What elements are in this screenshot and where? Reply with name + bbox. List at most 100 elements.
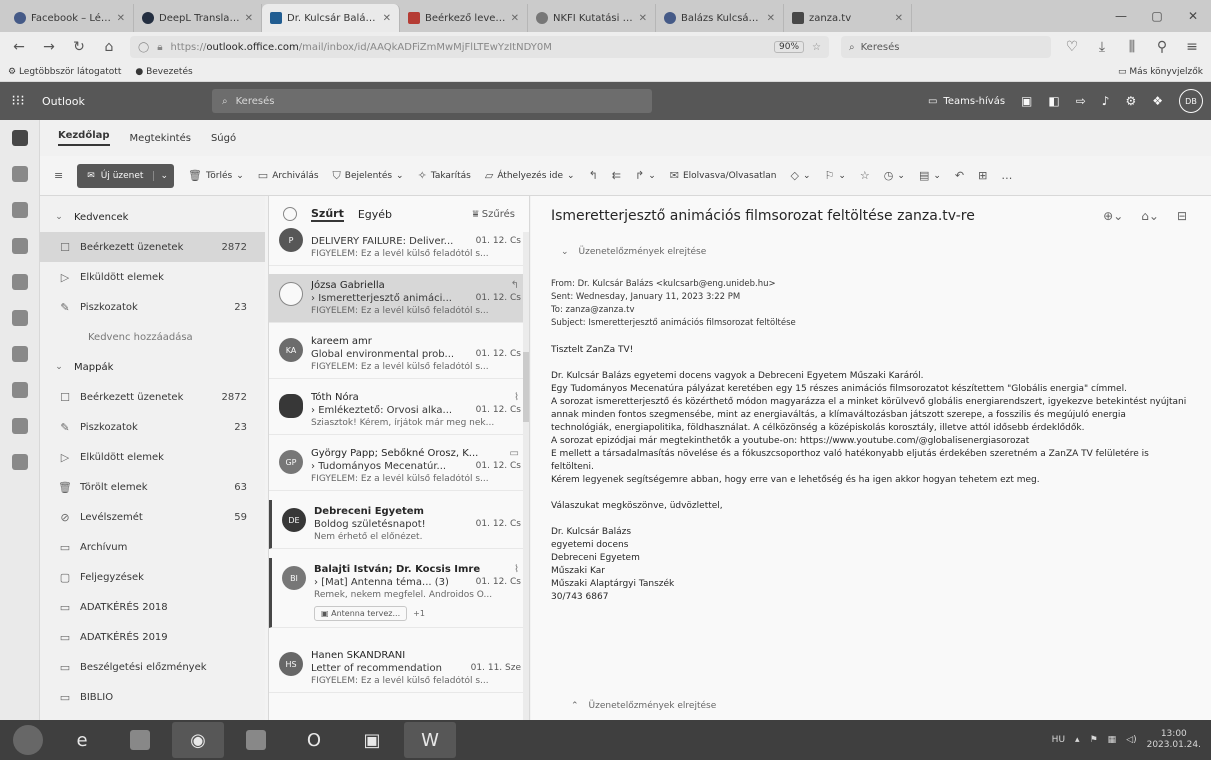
- folder-inbox[interactable]: ☐ Beérkezett üzenetek 2872: [40, 382, 265, 412]
- pocket-icon[interactable]: ♡: [1063, 39, 1081, 55]
- fav-folder-inbox[interactable]: ☐ Beérkezett üzenetek 2872: [40, 232, 265, 262]
- app-launcher-icon[interactable]: ⁝⁝⁝: [0, 93, 36, 109]
- folder-biblio[interactable]: ▭ BIBLIO: [40, 682, 265, 712]
- address-bar[interactable]: ◯ 🔒︎ https://outlook.office.com/mail/inb…: [130, 36, 829, 58]
- report-button[interactable]: ⛉ Bejelentés ⌄: [333, 169, 404, 183]
- pin-icon[interactable]: ☆: [860, 169, 870, 182]
- more-attachments[interactable]: +1: [413, 609, 425, 618]
- move-to-button[interactable]: ▱ Áthelyezés ide ⌄: [485, 169, 575, 182]
- reload-icon[interactable]: ↻: [70, 39, 88, 55]
- zoom-level[interactable]: 90%: [774, 41, 805, 53]
- close-tab-icon[interactable]: ✕: [511, 13, 519, 24]
- toggle-history-button[interactable]: ⌄ Üzenetelőzmények elrejtése: [551, 236, 1187, 268]
- delete-button[interactable]: 🗑︎ Törlés ⌄: [188, 169, 244, 182]
- language-indicator[interactable]: HU: [1052, 735, 1065, 745]
- scrollbar-thumb[interactable]: [523, 352, 529, 422]
- close-tab-icon[interactable]: ✕: [245, 13, 253, 24]
- close-window-icon[interactable]: ✕: [1175, 9, 1211, 23]
- browser-tab-outlook[interactable]: Dr. Kulcsár Balázs Pr✕: [262, 4, 400, 32]
- zoom-icon[interactable]: ⊕⌄: [1103, 209, 1123, 223]
- people-icon[interactable]: [11, 202, 28, 218]
- list-item[interactable]: P DELIVERY FAILURE: Deliver... 01. 12. Cs…: [269, 228, 529, 266]
- chevron-down-icon[interactable]: ⌄: [153, 170, 174, 181]
- clock[interactable]: 13:00 2023.01.24.: [1147, 729, 1201, 751]
- forward-icon[interactable]: →: [40, 39, 58, 55]
- browser-search[interactable]: ⌕ Keresés: [841, 36, 1051, 58]
- my-day-icon[interactable]: ▣: [1021, 94, 1032, 108]
- read-unread-button[interactable]: ✉ Elolvasva/Olvasatlan: [670, 169, 777, 182]
- reply-all-icon[interactable]: ⇇: [612, 169, 621, 182]
- network-icon[interactable]: ▦: [1108, 735, 1117, 745]
- browser-tab-facebook-profile[interactable]: Balázs Kulcsár | Face✕: [656, 4, 784, 32]
- select-checkbox[interactable]: [279, 282, 303, 306]
- outlook-search-input[interactable]: ⌕ Keresés: [212, 89, 652, 113]
- word-icon[interactable]: W: [404, 722, 456, 758]
- tab-view[interactable]: Megtekintés: [130, 133, 191, 144]
- filter-button[interactable]: ⩸ Szűrés: [473, 209, 515, 220]
- message-list-scrollbar[interactable]: [523, 232, 529, 720]
- reply-icon[interactable]: ↰: [589, 169, 598, 182]
- tab-focused[interactable]: Szűrt: [311, 207, 344, 222]
- gear-icon[interactable]: ⚙: [1125, 94, 1136, 108]
- folders-header[interactable]: ⌄ Mappák: [40, 352, 265, 382]
- attach-icon[interactable]: [11, 238, 28, 254]
- favorites-header[interactable]: ⌄ Kedvencek: [40, 202, 265, 232]
- popout-icon[interactable]: ⊟: [1177, 209, 1187, 223]
- tag-icon[interactable]: ◇ ⌄: [790, 169, 810, 182]
- browser-tab-nkfi[interactable]: NKFI Kutatási Pályá✕: [528, 4, 656, 32]
- shield-icon[interactable]: ◯: [138, 42, 149, 53]
- minimize-icon[interactable]: —: [1103, 9, 1139, 23]
- more-icon[interactable]: …: [1001, 169, 1012, 182]
- list-item[interactable]: HS Hanen SKANDRANI Letter of recommendat…: [269, 644, 529, 693]
- close-tab-icon[interactable]: ✕: [895, 13, 903, 24]
- list-item[interactable]: ↰ Józsa Gabriella › Ismeretterjesztő ani…: [269, 274, 529, 323]
- media-icon[interactable]: [114, 722, 166, 758]
- folder-deleted[interactable]: 🗑︎ Törölt elemek 63: [40, 472, 265, 502]
- forward-icon[interactable]: ↱ ⌄: [635, 169, 656, 182]
- archive-button[interactable]: ▭ Archiválás: [258, 169, 319, 182]
- teams-call-button[interactable]: ▭ Teams-hívás: [928, 96, 1005, 107]
- share-icon[interactable]: ⇨: [1076, 94, 1086, 108]
- powerpoint-icon[interactable]: [11, 382, 28, 398]
- list-item[interactable]: KA kareem amr Global environmental prob.…: [269, 330, 529, 379]
- lock-icon[interactable]: 🔒︎: [157, 42, 162, 53]
- folder-adatkeres-2019[interactable]: ▭ ADATKÉRÉS 2019: [40, 622, 265, 652]
- library-icon[interactable]: ⫼: [1123, 39, 1141, 55]
- rules-icon[interactable]: ▤ ⌄: [919, 169, 941, 182]
- list-item[interactable]: GP ▭ György Papp; Sebőkné Orosz, K... › …: [269, 442, 529, 491]
- tab-home[interactable]: Kezdőlap: [58, 130, 110, 146]
- browser-tab-deepl[interactable]: DeepL Translate: Th✕: [134, 4, 262, 32]
- excel-icon[interactable]: [11, 346, 28, 362]
- add-favorite-link[interactable]: Kedvenc hozzáadása: [40, 322, 265, 352]
- tab-help[interactable]: Súgó: [211, 133, 236, 144]
- mail-icon[interactable]: [11, 130, 28, 146]
- sweep-button[interactable]: ✧ Takarítás: [418, 169, 471, 182]
- user-avatar[interactable]: DB: [1179, 89, 1203, 113]
- save-icon[interactable]: ▣: [346, 722, 398, 758]
- start-button[interactable]: [6, 722, 50, 758]
- hamburger-icon[interactable]: ≡: [54, 169, 63, 182]
- close-tab-icon[interactable]: ✕: [117, 13, 125, 24]
- grid-icon[interactable]: ⊞: [978, 169, 987, 182]
- download-icon[interactable]: ⤓: [1093, 39, 1111, 55]
- list-item[interactable]: ⌇ Tóth Nóra › Emlékeztető: Orvosi alka..…: [269, 386, 529, 435]
- todo-icon[interactable]: [11, 274, 28, 290]
- maximize-icon[interactable]: ▢: [1139, 9, 1175, 23]
- bell-icon[interactable]: ♪: [1102, 94, 1110, 108]
- tab-other[interactable]: Egyéb: [358, 208, 392, 221]
- browser-tab-inbox[interactable]: Beérkező levelek (37✕: [400, 4, 528, 32]
- reply-icon[interactable]: ↰: [511, 280, 519, 291]
- snooze-icon[interactable]: ◷ ⌄: [884, 169, 905, 182]
- hide-history-button[interactable]: ⌃ Üzenetelőzmények elrejtése: [571, 692, 716, 720]
- new-message-button[interactable]: ✉ Új üzenet ⌄: [77, 163, 174, 188]
- bookmark-most-visited[interactable]: ⚙ Legtöbbször látogatott: [8, 67, 121, 77]
- folder-drafts[interactable]: ✎ Piszkozatok 23: [40, 412, 265, 442]
- list-item[interactable]: BI ⌇ Balajti István; Dr. Kocsis Imre › […: [269, 558, 529, 628]
- opera-icon[interactable]: O: [288, 722, 340, 758]
- word-icon[interactable]: [11, 310, 28, 326]
- browser-tab-zanza[interactable]: zanza.tv ✕: [784, 4, 912, 32]
- folder-adatkeres-2018[interactable]: ▭ ADATKÉRÉS 2018: [40, 592, 265, 622]
- close-tab-icon[interactable]: ✕: [639, 13, 647, 24]
- bookmark-getting-started[interactable]: ● Bevezetés: [135, 67, 192, 77]
- onenote-icon[interactable]: ◧: [1048, 94, 1059, 108]
